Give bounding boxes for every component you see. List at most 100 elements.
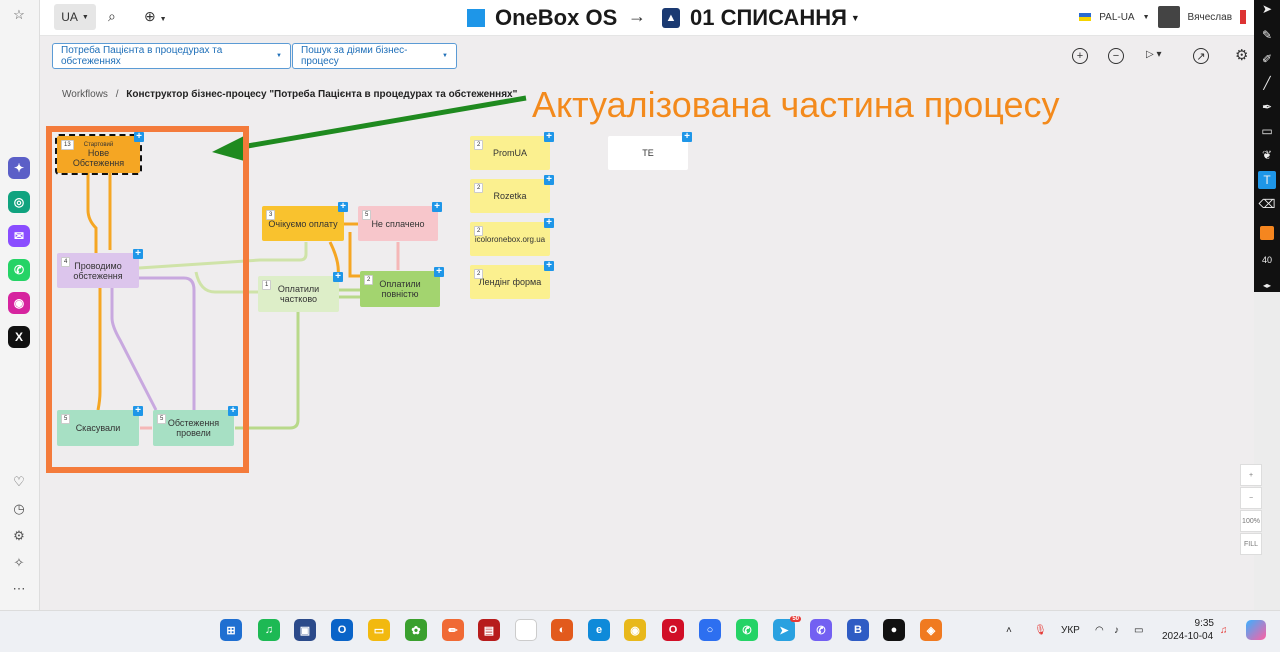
add-node-icon[interactable]: +: [133, 249, 143, 259]
start-icon[interactable]: ⊞: [220, 619, 242, 641]
workflow-node[interactable]: 2 Оплатили повністю +: [360, 267, 444, 307]
wifi-icon[interactable]: ◠: [1095, 625, 1104, 636]
app-icon[interactable]: ▣: [294, 619, 316, 641]
app-icon[interactable]: ✏: [442, 619, 464, 641]
app-icon[interactable]: ○: [699, 619, 721, 641]
node-count: 2: [364, 275, 374, 285]
node-label: Проводимо обстеження: [73, 260, 123, 281]
node-label: Лендінг форма: [478, 277, 542, 287]
node-label: Очікуємо оплату: [268, 218, 338, 229]
whatsapp-icon[interactable]: ✆: [736, 619, 758, 641]
text-icon[interactable]: T: [1258, 171, 1276, 189]
telegram-icon[interactable]: ➤ 50: [773, 616, 801, 641]
workflow-node[interactable]: 4 Проводимо обстеження +: [57, 249, 143, 288]
source-node[interactable]: 2 icoloronebox.org.ua +: [470, 218, 554, 256]
pen-icon[interactable]: ✎: [1258, 26, 1276, 44]
node-label: Нове Обстеження: [72, 147, 125, 168]
edge-icon[interactable]: e: [588, 619, 610, 641]
node-count: 2: [474, 140, 484, 150]
spotify-icon[interactable]: ♫: [258, 619, 280, 641]
zoom-100-button[interactable]: 100%: [1240, 510, 1262, 532]
add-node-icon[interactable]: +: [228, 406, 238, 416]
source-node[interactable]: 2 Rozetka +: [470, 175, 554, 213]
cursor-icon[interactable]: ➤: [1258, 0, 1276, 18]
document-icon[interactable]: [515, 619, 537, 641]
clock-time[interactable]: 9:35: [1184, 618, 1214, 629]
volume-icon[interactable]: ♪: [1114, 625, 1119, 636]
node-count: 5: [157, 414, 167, 424]
node-label: PromUA: [492, 148, 527, 158]
zoom-plus-button[interactable]: +: [1240, 464, 1262, 486]
node-label: TE: [642, 148, 654, 158]
workflow-node[interactable]: 3 Очікуємо оплату +: [262, 202, 348, 241]
add-node-icon[interactable]: +: [434, 267, 444, 277]
node-count: 3: [266, 210, 276, 220]
drawing-toolbar: ➤ ✎ ✐ ╱ ✒ ▭ ❦ T ⌫ 40 ◂▸: [1254, 0, 1280, 292]
node-count: 5: [362, 210, 372, 220]
node-label: Оплатили частково: [277, 284, 320, 304]
node-label: Rozetka: [493, 191, 527, 201]
bell-icon[interactable]: ♫: [1220, 625, 1228, 636]
connector-line: [339, 288, 360, 299]
keyboard-language[interactable]: УКР: [1061, 625, 1080, 636]
size-value[interactable]: 40: [1258, 251, 1276, 269]
shapes-icon[interactable]: ❦: [1258, 146, 1276, 164]
zoom-fill-button[interactable]: FILL: [1240, 533, 1262, 555]
workflow-node[interactable]: 5 Скасували +: [57, 406, 143, 446]
node-count: 4: [61, 257, 71, 267]
add-node-icon[interactable]: +: [544, 175, 554, 185]
color-swatch[interactable]: [1260, 226, 1274, 240]
opera-icon[interactable]: O: [662, 619, 684, 641]
copilot-taskbar-icon[interactable]: [1246, 620, 1266, 640]
node-label: icoloronebox.org.ua: [474, 234, 546, 244]
record-icon[interactable]: ●: [883, 619, 905, 641]
chevron-up-icon[interactable]: ˄: [1006, 625, 1012, 636]
node-label: Не сплачено: [371, 218, 425, 229]
rectangle-icon[interactable]: ▭: [1258, 122, 1276, 140]
line-icon[interactable]: ╱: [1258, 74, 1276, 92]
add-node-icon[interactable]: +: [333, 272, 343, 282]
firefox-icon[interactable]: ◐: [551, 619, 573, 641]
workflow-node[interactable]: 13 Стартовий Нове Обстеження +: [55, 132, 144, 175]
node-label: Оплатили повністю: [379, 279, 421, 299]
add-node-icon[interactable]: +: [133, 406, 143, 416]
add-node-icon[interactable]: +: [134, 132, 144, 142]
zoom-minus-button[interactable]: −: [1240, 487, 1262, 509]
folder-icon[interactable]: ▭: [368, 619, 390, 641]
workflow-node[interactable]: 5 Не сплачено +: [358, 202, 442, 241]
outlook-icon[interactable]: O: [331, 619, 353, 641]
app-icon[interactable]: ◈: [920, 619, 942, 641]
app-icon[interactable]: ✿: [405, 619, 427, 641]
expand-icon[interactable]: ◂▸: [1258, 276, 1276, 294]
battery-icon[interactable]: ▭: [1134, 625, 1143, 636]
add-node-icon[interactable]: +: [682, 132, 692, 142]
brush-icon[interactable]: ✒: [1258, 98, 1276, 116]
workflow-node[interactable]: 1 Оплатили частково +: [258, 272, 343, 312]
node-count: 1: [262, 280, 272, 290]
eraser-icon[interactable]: ⌫: [1258, 195, 1276, 213]
add-node-icon[interactable]: +: [544, 261, 554, 271]
clock-date[interactable]: 2024-10-04: [1162, 631, 1213, 642]
source-node[interactable]: 2 Лендінг форма +: [470, 261, 554, 299]
add-node-icon[interactable]: +: [544, 132, 554, 142]
source-node[interactable]: 2 PromUA +: [470, 132, 554, 170]
node-count: 5: [61, 414, 71, 424]
viber-icon[interactable]: ✆: [810, 619, 832, 641]
app-icon[interactable]: B: [847, 619, 869, 641]
node-label: Скасували: [75, 423, 121, 433]
add-node-icon[interactable]: +: [432, 202, 442, 212]
app-icon[interactable]: ▤: [478, 619, 500, 641]
node-count: 2: [474, 226, 484, 236]
node-count: 2: [474, 183, 484, 193]
node-label: Обстеження провели: [167, 418, 220, 438]
microphone-icon[interactable]: 🎙: [1034, 625, 1047, 636]
add-node-icon[interactable]: +: [338, 202, 348, 212]
chrome-icon[interactable]: ◉: [624, 619, 646, 641]
add-node-icon[interactable]: +: [544, 218, 554, 228]
node-count: 2: [474, 269, 484, 279]
marker-icon[interactable]: ✐: [1258, 50, 1276, 68]
node-count: 13: [61, 140, 74, 150]
telegram-badge: 50: [790, 616, 801, 622]
workflow-node[interactable]: 5 Обстеження провели +: [153, 406, 238, 446]
source-node[interactable]: TE +: [608, 132, 692, 170]
